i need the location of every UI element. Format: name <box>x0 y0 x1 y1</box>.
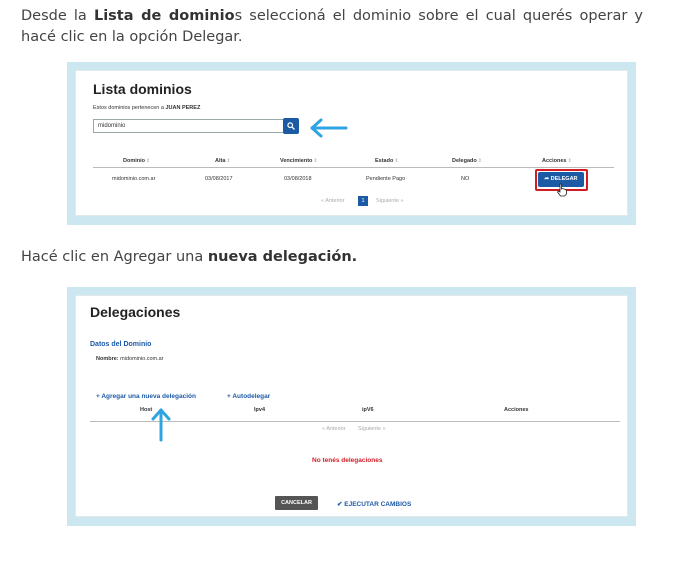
arrow-left-icon <box>310 118 348 138</box>
delegations-panel: Delegaciones Datos del Dominio Nombre: m… <box>75 295 628 517</box>
screenshot-domain-list: Lista dominios Estos dominios pertenecen… <box>67 62 636 225</box>
search-icon <box>287 122 295 130</box>
page-title: Delegaciones <box>90 304 181 320</box>
pager-previous[interactable]: « Anterior <box>322 426 346 432</box>
arrow-up-icon <box>151 408 171 442</box>
section-title: Datos del Dominio <box>90 341 152 348</box>
instruction-text: Hacé clic en Agregar una <box>21 249 208 265</box>
screenshot-delegations: Delegaciones Datos del Dominio Nombre: m… <box>67 287 636 526</box>
search-value: midominio <box>98 123 126 129</box>
cell-alta: 03/08/2017 <box>205 176 233 182</box>
cell-dominio: midominio.com.ar <box>112 176 156 182</box>
column-header-acciones: Acciones <box>504 407 529 413</box>
cancel-button[interactable]: CANCELAR <box>275 496 318 510</box>
column-header-alta[interactable]: Alta <box>215 158 231 164</box>
cell-vencimiento: 03/08/2018 <box>284 176 312 182</box>
execute-changes-button[interactable]: ✔ EJECUTAR CAMBIOS <box>337 500 411 508</box>
domain-name-line: Nombre: midominio.com.ar <box>96 356 164 362</box>
hand-cursor-icon <box>556 183 567 197</box>
pager-previous[interactable]: « Anterior <box>321 198 345 204</box>
pager-page-1[interactable]: 1 <box>358 196 368 206</box>
owner-name: JUAN PEREZ <box>165 105 201 111</box>
pager-next[interactable]: Siguiente » <box>376 198 404 204</box>
owner-prefix: Estos dominios pertenecen a <box>93 105 166 111</box>
domain-name-value: midominio.com.ar <box>120 356 164 362</box>
domain-name-label: Nombre: <box>96 356 119 362</box>
search-input[interactable]: midominio <box>93 119 285 133</box>
delegar-label: DELEGAR <box>550 176 578 182</box>
instruction-text: Desde la <box>21 8 94 24</box>
empty-message: No tenés delegaciones <box>312 457 383 464</box>
add-delegation-link[interactable]: + Agregar una nueva delegación <box>96 393 196 400</box>
cell-estado: Pendiente Pago <box>366 176 406 182</box>
cell-delegado: NO <box>461 176 470 182</box>
autodelegar-link[interactable]: + Autodelegar <box>227 393 270 400</box>
instruction-step-1: Desde la Lista de dominios seleccioná el… <box>21 6 643 48</box>
column-header-dominio[interactable]: Dominio <box>123 158 150 164</box>
instruction-bold: Lista de dominio <box>93 8 235 24</box>
column-header-ipv6: ipV6 <box>362 407 374 413</box>
instruction-bold: nueva delegación. <box>207 249 358 265</box>
column-header-acciones[interactable]: Acciones <box>542 158 572 164</box>
column-header-delegado[interactable]: Delegado <box>452 158 482 164</box>
domain-list-panel: Lista dominios Estos dominios pertenecen… <box>75 70 628 216</box>
search-button[interactable] <box>283 118 299 134</box>
column-header-vencimiento[interactable]: Vencimiento <box>280 158 318 164</box>
instruction-step-2: Hacé clic en Agregar una nueva delegació… <box>21 247 643 268</box>
table-divider <box>93 167 614 168</box>
column-header-ipv4: Ipv4 <box>254 407 266 413</box>
column-header-estado[interactable]: Estado <box>375 158 399 164</box>
page-title: Lista dominios <box>93 81 192 97</box>
pager-next[interactable]: Siguiente » <box>358 426 386 432</box>
owner-line: Estos dominios pertenecen a JUAN PEREZ <box>93 105 200 111</box>
